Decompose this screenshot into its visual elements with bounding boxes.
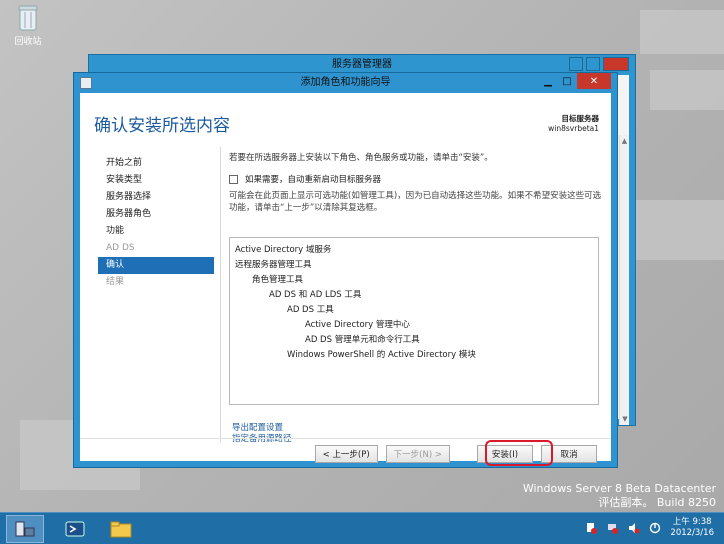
close-button[interactable] (603, 57, 629, 71)
clock-time: 上午 9:38 (672, 517, 712, 527)
maximize-icon: □ (562, 75, 572, 87)
clock-date: 2012/3/16 (670, 528, 714, 538)
scroll-down-icon[interactable]: ▼ (620, 413, 630, 425)
nav-item-server-selection[interactable]: 服务器选择 (98, 189, 214, 206)
nav-item-features[interactable]: 功能 (98, 223, 214, 240)
taskbar-powershell[interactable] (56, 515, 94, 543)
network-icon[interactable] (606, 521, 620, 535)
previous-button[interactable]: < 上一步(P) (314, 445, 378, 463)
nav-item-before-you-begin[interactable]: 开始之前 (98, 155, 214, 172)
export-settings-link[interactable]: 导出配置设置 (232, 423, 292, 434)
intro-text: 若要在所选服务器上安装以下角色、角色服务或功能，请单击“安装”。 (229, 153, 493, 163)
server-manager-icon (15, 521, 35, 537)
optional-features-note: 可能会在此页面上显示可选功能(如管理工具)，因为已自动选择这些功能。如果不希望安… (229, 191, 602, 213)
recycle-bin-icon (18, 5, 38, 31)
wizard-footer: < 上一步(P) 下一步(N) > 安装(I) 取消 (307, 445, 597, 463)
list-item: AD DS 和 AD LDS 工具 (269, 290, 362, 300)
wizard-title: 添加角色和功能向导 (300, 77, 391, 88)
nav-item-server-roles[interactable]: 服务器角色 (98, 206, 214, 223)
recycle-bin[interactable]: 回收站 (8, 4, 48, 54)
target-server-name: win8svrbeta1 (548, 124, 599, 133)
selection-list[interactable]: Active Directory 域服务 远程服务器管理工具 角色管理工具 AD… (229, 237, 599, 405)
wizard-nav: 开始之前 安装类型 服务器选择 服务器角色 功能 AD DS 确认 结果 (98, 155, 214, 291)
power-icon[interactable] (648, 521, 662, 535)
restart-checkbox-label[interactable]: 如果需要，自动重新启动目标服务器 (245, 173, 381, 185)
install-highlight-ring (485, 440, 553, 466)
wizard-client: 确认安装所选内容 目标服务器 win8svrbeta1 开始之前 安装类型 服务… (80, 93, 611, 466)
powershell-icon (65, 521, 85, 537)
scroll-up-icon[interactable]: ▲ (620, 135, 629, 147)
target-server-info: 目标服务器 win8svrbeta1 (548, 113, 599, 133)
taskbar: 上午 9:38 2012/3/16 (0, 512, 724, 544)
restart-checkbox[interactable] (229, 174, 238, 184)
os-build: 评估副本。 Build 8250 (598, 496, 716, 509)
nav-divider (220, 147, 221, 443)
list-item: 角色管理工具 (252, 275, 304, 285)
minimize-button[interactable]: ▁ (539, 73, 557, 89)
list-item: AD DS 管理单元和命令行工具 (305, 335, 420, 345)
folder-icon (110, 521, 132, 538)
clock[interactable]: 上午 9:38 2012/3/16 (670, 517, 714, 539)
page-title: 确认安装所选内容 (94, 116, 230, 136)
links-area: 导出配置设置 指定备用源路径 (232, 423, 292, 445)
nav-item-results: 结果 (106, 277, 125, 287)
scrollbar[interactable]: ▲ ▼ (619, 135, 629, 425)
list-item: AD DS 工具 (287, 305, 334, 315)
nav-item-ad-ds[interactable]: AD DS (98, 240, 214, 257)
wizard-titlebar[interactable]: 添加角色和功能向导 ▁ □ ✕ (74, 73, 617, 93)
maximize-button[interactable]: □ (558, 73, 576, 89)
add-roles-wizard[interactable]: 添加角色和功能向导 ▁ □ ✕ 确认安装所选内容 目标服务器 win8svrbe… (73, 72, 618, 468)
os-watermark: Windows Server 8 Beta Datacenter 评估副本。 B… (523, 482, 716, 510)
os-edition: Windows Server 8 Beta Datacenter (522, 482, 716, 495)
volume-icon[interactable] (627, 521, 641, 535)
recycle-bin-label: 回收站 (14, 37, 42, 47)
list-item: Windows PowerShell 的 Active Directory 模块 (287, 350, 476, 360)
list-item: Active Directory 管理中心 (305, 320, 410, 330)
list-item: 远程服务器管理工具 (235, 260, 312, 270)
system-tray (578, 521, 662, 535)
maximize-button[interactable] (586, 57, 600, 71)
taskbar-explorer[interactable] (102, 515, 140, 543)
desktop-decoration (650, 70, 724, 110)
desktop-decoration (640, 10, 724, 54)
footer-divider (80, 438, 611, 439)
nav-item-installation-type[interactable]: 安装类型 (98, 172, 214, 189)
list-item: Active Directory 域服务 (235, 245, 332, 255)
target-server-label: 目标服务器 (561, 114, 600, 123)
nav-item-confirmation[interactable]: 确认 (98, 257, 214, 274)
minimize-button[interactable] (569, 57, 583, 71)
next-button[interactable]: 下一步(N) > (385, 445, 450, 463)
restart-option[interactable]: 如果需要，自动重新启动目标服务器 (229, 173, 605, 185)
close-button[interactable]: ✕ (577, 73, 611, 89)
action-center-icon[interactable] (585, 521, 599, 535)
confirmation-content: 若要在所选服务器上安装以下角色、角色服务或功能，请单击“安装”。 如果需要，自动… (229, 151, 605, 214)
desktop-decoration (630, 200, 724, 260)
taskbar-server-manager[interactable] (6, 515, 44, 543)
minimize-icon: ▁ (544, 75, 552, 87)
close-icon: ✕ (589, 75, 599, 87)
alternate-source-link[interactable]: 指定备用源路径 (232, 434, 292, 445)
